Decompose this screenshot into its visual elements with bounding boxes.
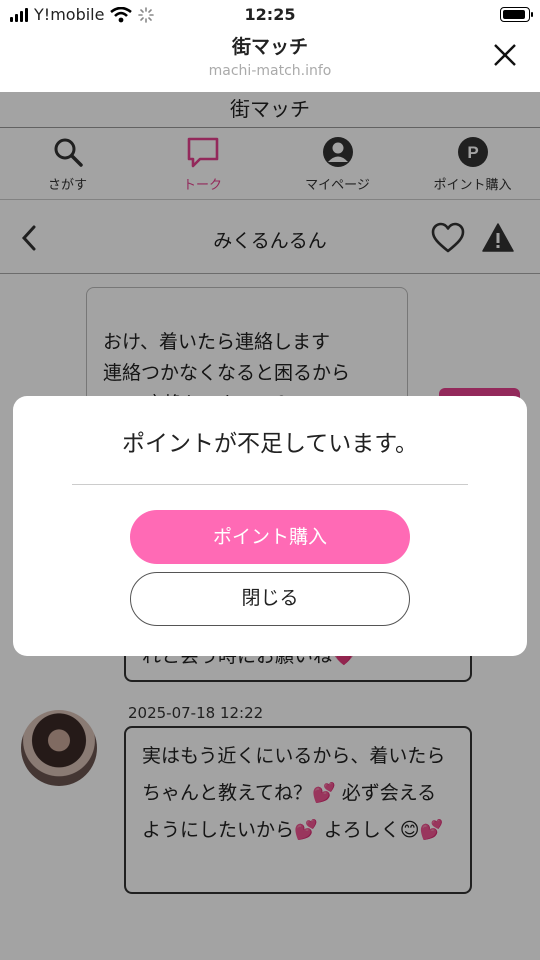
dialog-divider [72, 484, 468, 485]
battery-icon [500, 7, 533, 22]
status-bar: Y!mobile 12:25 [0, 0, 540, 30]
close-icon[interactable] [490, 40, 520, 70]
browser-title: 街マッチ [231, 36, 308, 58]
insufficient-points-dialog: ポイントが不足しています。 ポイント購入 閉じる [13, 396, 527, 656]
browser-header: 街マッチ machi-match.info [0, 30, 540, 92]
buy-points-button[interactable]: ポイント購入 [130, 510, 410, 564]
browser-url: machi-match.info [208, 63, 332, 79]
clock: 12:25 [244, 5, 296, 24]
dialog-message: ポイントが不足しています。 [121, 431, 418, 457]
close-button[interactable]: 閉じる [130, 572, 410, 626]
